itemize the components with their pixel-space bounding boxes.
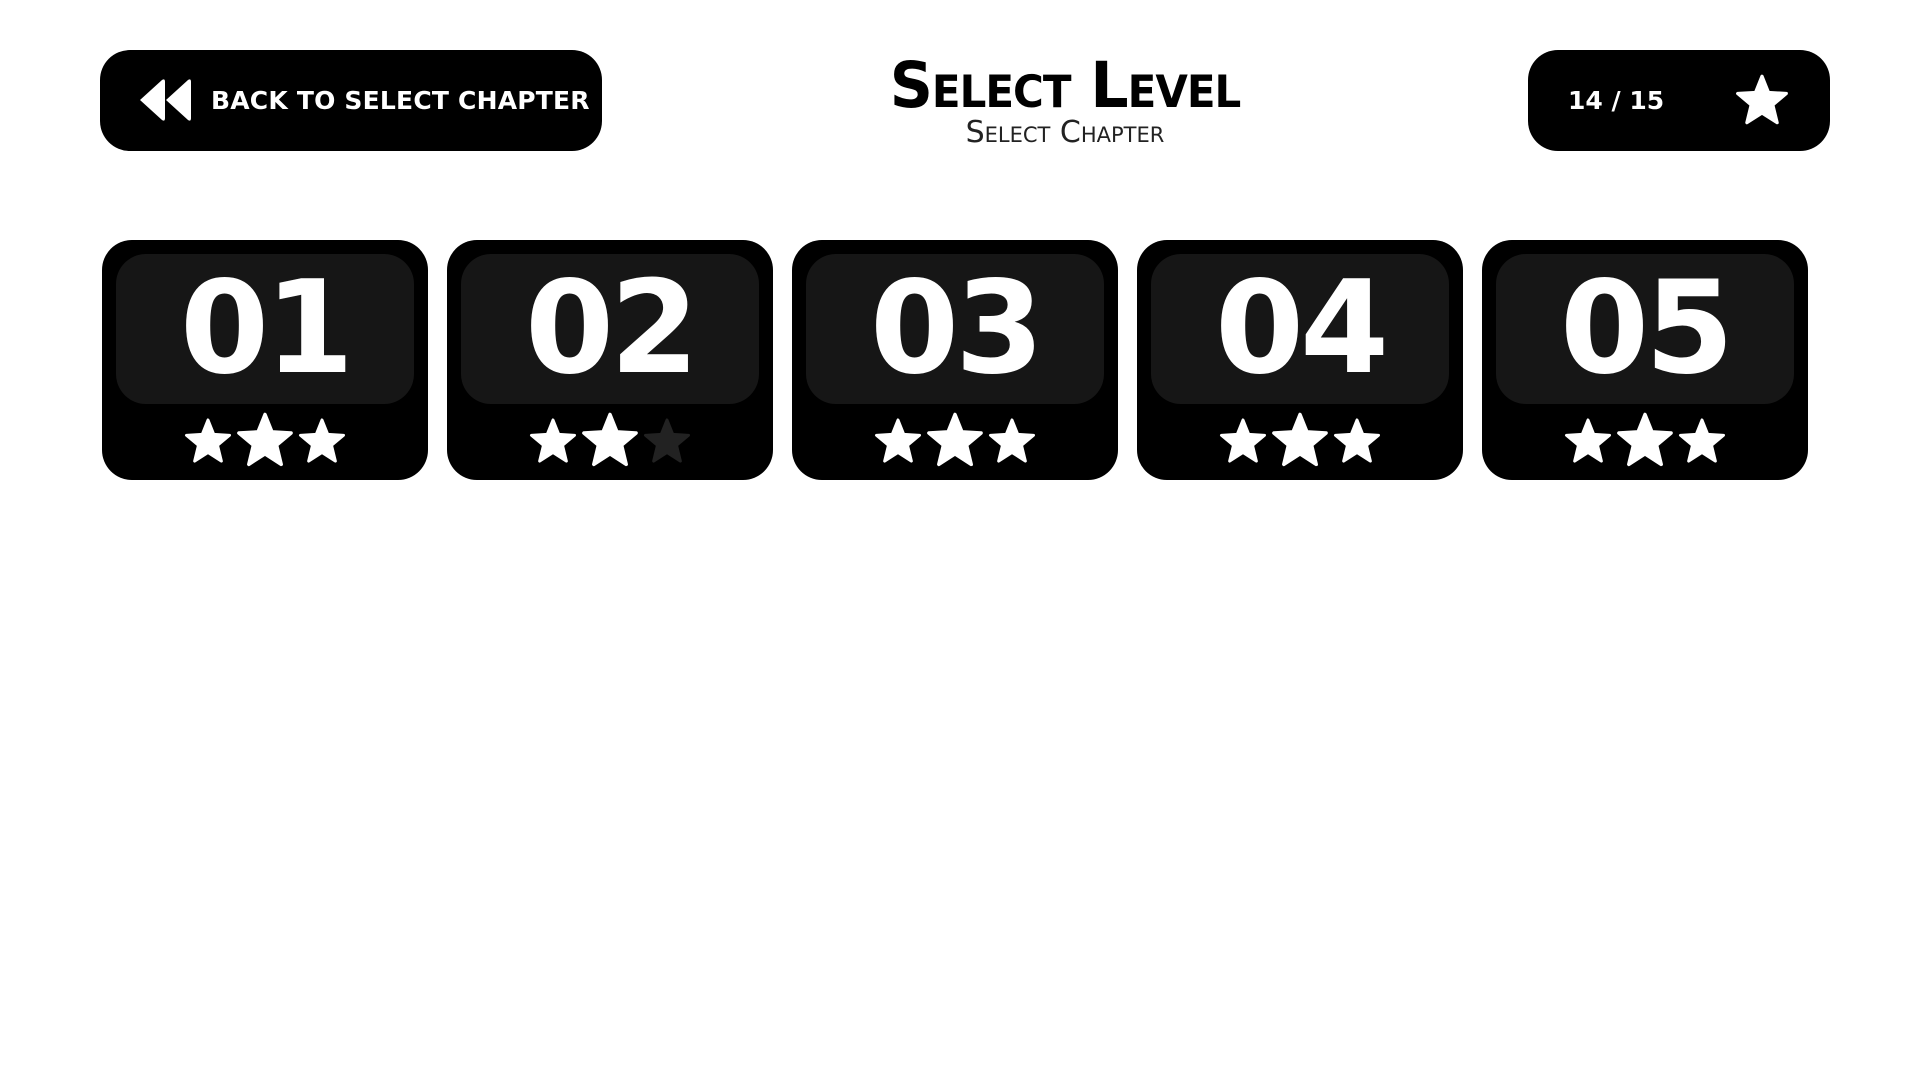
level-number-panel: 02 xyxy=(461,254,759,404)
level-stars xyxy=(792,412,1118,468)
level-number: 03 xyxy=(869,254,1044,403)
level-number: 04 xyxy=(1214,254,1389,403)
level-select-screen: BACK TO SELECT CHAPTER Select Level Sele… xyxy=(0,0,1920,1080)
star-filled-icon xyxy=(1272,412,1328,467)
levels-grid: 01 02 03 04 05 xyxy=(102,240,1822,480)
level-number-panel: 05 xyxy=(1496,254,1794,404)
star-counter-text: 14 / 15 xyxy=(1568,86,1665,115)
star-filled-icon xyxy=(582,412,638,467)
star-filled-icon xyxy=(1565,418,1611,463)
level-card-05[interactable]: 05 xyxy=(1482,240,1808,480)
star-filled-icon xyxy=(530,418,576,463)
level-number-panel: 04 xyxy=(1151,254,1449,404)
star-filled-icon xyxy=(299,418,345,463)
level-stars xyxy=(102,412,428,468)
star-filled-icon xyxy=(237,412,293,467)
page-subtitle: Select Chapter xyxy=(965,115,1165,150)
level-card-01[interactable]: 01 xyxy=(102,240,428,480)
star-filled-icon xyxy=(927,412,983,467)
star-filled-icon xyxy=(875,418,921,463)
star-filled-icon xyxy=(1334,418,1380,463)
star-empty-icon xyxy=(644,418,690,463)
double-chevron-left-icon xyxy=(140,79,191,121)
level-card-04[interactable]: 04 xyxy=(1137,240,1463,480)
level-number: 01 xyxy=(179,254,354,403)
star-counter: 14 / 15 xyxy=(1528,50,1830,151)
back-button-label: BACK TO SELECT CHAPTER xyxy=(211,86,590,115)
level-stars xyxy=(1137,412,1463,468)
star-filled-icon xyxy=(185,418,231,463)
back-to-chapter-button[interactable]: BACK TO SELECT CHAPTER xyxy=(100,50,602,151)
level-number: 02 xyxy=(524,254,699,403)
level-card-02[interactable]: 02 xyxy=(447,240,773,480)
level-number-panel: 01 xyxy=(116,254,414,404)
level-stars xyxy=(447,412,773,468)
star-filled-icon xyxy=(1220,418,1266,463)
star-filled-icon xyxy=(1679,418,1725,463)
star-filled-icon xyxy=(989,418,1035,463)
star-icon xyxy=(1736,74,1788,125)
level-stars xyxy=(1482,412,1808,468)
level-number-panel: 03 xyxy=(806,254,1104,404)
level-card-03[interactable]: 03 xyxy=(792,240,1118,480)
level-number: 05 xyxy=(1559,254,1734,403)
star-filled-icon xyxy=(1617,412,1673,467)
